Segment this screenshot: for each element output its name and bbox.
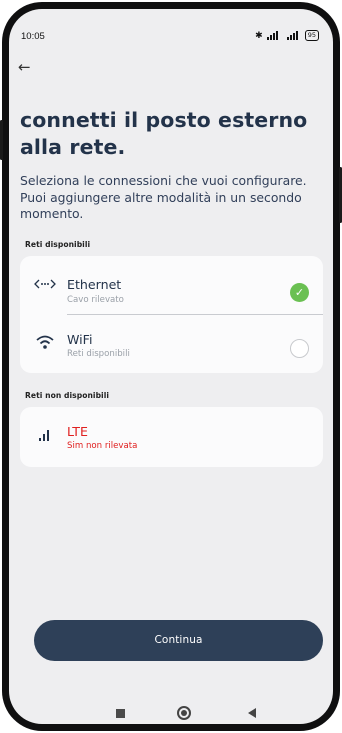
recents-icon[interactable] <box>116 709 125 718</box>
network-subtitle: Reti disponibili <box>67 349 130 359</box>
back-triangle-icon[interactable] <box>248 708 256 718</box>
page-title: connetti il posto esterno alla rete. <box>20 108 308 159</box>
continue-button[interactable]: Continua <box>34 620 323 661</box>
status-icons: ✱ 95 <box>255 30 319 41</box>
page-description: Seleziona le connessioni che vuoi config… <box>20 173 307 221</box>
battery-icon: 95 <box>304 30 319 41</box>
volume-button <box>0 120 3 160</box>
back-button[interactable]: ← <box>18 57 31 77</box>
network-title: Ethernet <box>67 277 122 292</box>
network-title: WiFi <box>67 332 93 347</box>
network-row-lte: LTE Sim non rilevata <box>20 407 323 467</box>
home-icon[interactable] <box>177 706 191 720</box>
signal-icon <box>266 31 278 40</box>
radio-button[interactable] <box>290 339 309 358</box>
section-label-available: Reti disponibili <box>25 240 91 249</box>
phone-frame: 10:05 ✱ 95 ← connetti il posto esterno a… <box>0 2 342 731</box>
status-bar: 10:05 ✱ 95 <box>9 9 333 51</box>
network-row-wifi[interactable]: WiFi Reti disponibili <box>20 315 323 373</box>
network-subtitle: Sim non rilevata <box>67 441 138 451</box>
network-title: LTE <box>67 424 88 439</box>
check-icon: ✓ <box>290 283 309 302</box>
ethernet-icon <box>34 279 56 289</box>
app-screen: 10:05 ✱ 95 ← connetti il posto esterno a… <box>9 9 333 724</box>
network-row-ethernet[interactable]: Ethernet Cavo rilevato ✓ <box>20 256 323 314</box>
status-time: 10:05 <box>21 31 45 42</box>
unavailable-networks-card: LTE Sim non rilevata <box>20 407 323 467</box>
wifi-icon <box>36 335 54 349</box>
signal-icon <box>286 31 298 40</box>
bluetooth-icon: ✱ <box>255 30 263 41</box>
network-subtitle: Cavo rilevato <box>67 295 124 305</box>
arrow-left-icon: ← <box>18 58 31 76</box>
available-networks-card: Ethernet Cavo rilevato ✓ WiFi Reti dispo… <box>20 256 323 373</box>
system-nav-bar <box>9 699 333 724</box>
section-label-unavailable: Reti non disponibili <box>25 391 110 400</box>
signal-bars-icon <box>39 430 49 441</box>
